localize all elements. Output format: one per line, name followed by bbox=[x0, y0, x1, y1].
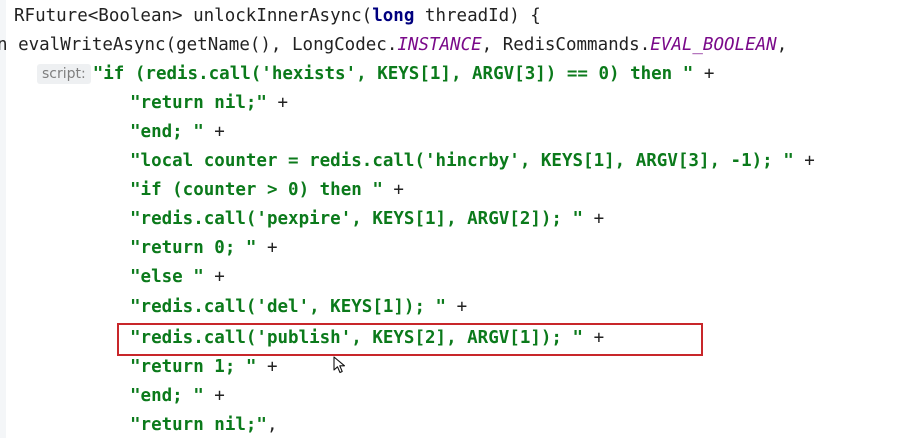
script-line-4[interactable]: "local counter = redis.call('hincrby', K… bbox=[130, 147, 815, 176]
script-string: "if (redis.call('hexists', KEYS[1], ARGV… bbox=[92, 64, 694, 84]
script-string: "return nil;" bbox=[130, 93, 267, 113]
script-line-5[interactable]: "if (counter > 0) then " + bbox=[130, 176, 404, 205]
trailing-comma: , bbox=[266, 415, 278, 435]
script-line-12[interactable]: "end; " + bbox=[130, 382, 225, 411]
script-string: "local counter = redis.call('hincrby', K… bbox=[130, 151, 794, 171]
script-line-3[interactable]: "end; " + bbox=[130, 118, 225, 147]
concat-operator: + bbox=[203, 122, 225, 142]
script-line-11[interactable]: "return 1; " + bbox=[130, 353, 278, 382]
call-middle: , RedisCommands. bbox=[481, 35, 651, 55]
script-line-2[interactable]: "return nil;" + bbox=[130, 89, 288, 118]
mouse-cursor-icon bbox=[333, 356, 346, 374]
signature-text-start: RFuture<Boolean> unlockInnerAsync( bbox=[14, 6, 373, 26]
eval-write-async-line[interactable]: n evalWriteAsync(getName(), LongCodec.IN… bbox=[0, 31, 787, 60]
eval-boolean-constant: EVAL_BOOLEAN bbox=[650, 35, 777, 55]
script-line-6[interactable]: "redis.call('pexpire', KEYS[1], ARGV[2])… bbox=[130, 205, 604, 234]
concat-operator: + bbox=[446, 297, 468, 317]
script-line-13[interactable]: "return nil;", bbox=[130, 411, 278, 438]
script-string: "end; " bbox=[130, 122, 204, 142]
code-editor[interactable]: RFuture<Boolean> unlockInnerAsync(long t… bbox=[0, 0, 901, 438]
script-string: "end; " bbox=[130, 386, 204, 406]
call-suffix: , bbox=[776, 35, 788, 55]
concat-operator: + bbox=[256, 238, 278, 258]
signature-text-end: threadId) { bbox=[414, 6, 541, 26]
script-string: "return 1; " bbox=[130, 357, 257, 377]
script-string: "redis.call('pexpire', KEYS[1], ARGV[2])… bbox=[130, 209, 584, 229]
highlight-annotation-box bbox=[117, 323, 703, 356]
script-line-9[interactable]: "redis.call('del', KEYS[1]); " + bbox=[130, 293, 467, 322]
script-string: "if (counter > 0) then " bbox=[130, 180, 383, 200]
script-string: "redis.call('del', KEYS[1]); " bbox=[130, 297, 447, 317]
concat-operator: + bbox=[583, 209, 605, 229]
concat-operator: + bbox=[203, 267, 225, 287]
concat-operator: + bbox=[693, 64, 715, 84]
concat-operator: + bbox=[793, 151, 815, 171]
concat-operator: + bbox=[256, 357, 278, 377]
script-string: "else " bbox=[130, 267, 204, 287]
script-line-1[interactable]: script: "if (redis.call('hexists', KEYS[1… bbox=[37, 60, 714, 89]
script-line-7[interactable]: "return 0; " + bbox=[130, 234, 278, 263]
call-prefix: n evalWriteAsync(getName(), LongCodec. bbox=[0, 35, 398, 55]
method-signature-line[interactable]: RFuture<Boolean> unlockInnerAsync(long t… bbox=[14, 2, 541, 31]
script-string: "return 0; " bbox=[130, 238, 257, 258]
long-keyword: long bbox=[372, 6, 415, 26]
parameter-name-hint: script: bbox=[37, 64, 91, 84]
script-line-8[interactable]: "else " + bbox=[130, 263, 225, 292]
concat-operator: + bbox=[266, 93, 289, 113]
concat-operator: + bbox=[203, 386, 225, 406]
editor-gutter bbox=[0, 0, 6, 438]
concat-operator: + bbox=[382, 180, 404, 200]
script-string: "return nil;" bbox=[130, 415, 267, 435]
instance-constant: INSTANCE bbox=[397, 35, 482, 55]
